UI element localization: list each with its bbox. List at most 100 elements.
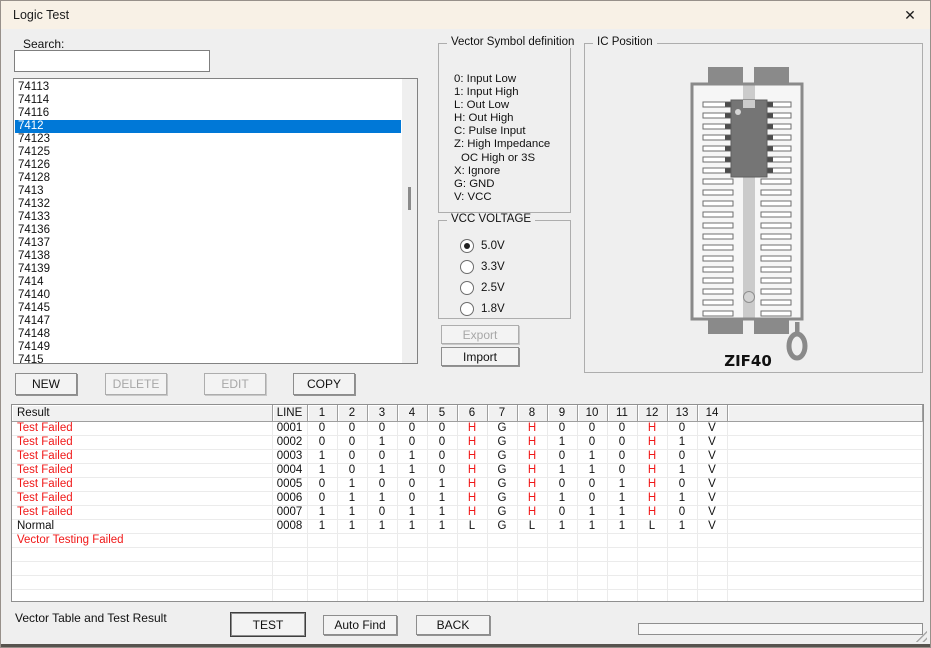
list-item[interactable]: 7413 xyxy=(15,185,401,198)
table-row[interactable]: Test Failed000711011HGH011H0V xyxy=(12,506,923,520)
list-item[interactable]: 74125 xyxy=(15,146,401,159)
list-item[interactable]: 74133 xyxy=(15,211,401,224)
table-cell xyxy=(517,562,547,576)
table-cell: L xyxy=(457,520,487,534)
table-cell xyxy=(397,548,427,562)
radio-option-2.5V[interactable]: 2.5V xyxy=(460,277,505,298)
col-6[interactable]: 6 xyxy=(457,405,487,422)
list-item[interactable]: 74145 xyxy=(15,302,401,315)
col-2[interactable]: 2 xyxy=(337,405,367,422)
col-3[interactable]: 3 xyxy=(367,405,397,422)
list-item[interactable]: 74140 xyxy=(15,289,401,302)
table-cell: V xyxy=(697,422,727,436)
table-cell: V xyxy=(697,492,727,506)
col-line[interactable]: LINE xyxy=(272,405,307,422)
list-item[interactable]: 74148 xyxy=(15,328,401,341)
vector-symbol-line: X: Ignore xyxy=(454,165,550,178)
col-5[interactable]: 5 xyxy=(427,405,457,422)
table-row[interactable]: Vector Testing Failed xyxy=(12,534,923,548)
table-cell: 1 xyxy=(337,478,367,492)
col-10[interactable]: 10 xyxy=(577,405,607,422)
table-cell: 1 xyxy=(607,506,637,520)
table-cell: 1 xyxy=(577,464,607,478)
table-cell xyxy=(547,590,577,603)
table-cell: Test Failed xyxy=(12,492,272,506)
list-item[interactable]: 7412 xyxy=(15,120,401,133)
back-button[interactable]: BACK xyxy=(416,615,490,635)
col-9[interactable]: 9 xyxy=(547,405,577,422)
list-item[interactable]: 74147 xyxy=(15,315,401,328)
table-cell xyxy=(12,576,272,590)
table-row[interactable]: Test Failed000100000HGH000H0V xyxy=(12,422,923,436)
titlebar[interactable]: Logic Test ✕ xyxy=(1,1,930,29)
table-cell: G xyxy=(487,450,517,464)
vector-symbol-line: G: GND xyxy=(454,178,550,191)
table-cell xyxy=(307,590,337,603)
col-1[interactable]: 1 xyxy=(307,405,337,422)
radio-option-5.0V[interactable]: 5.0V xyxy=(460,235,505,256)
copy-button[interactable]: COPY xyxy=(293,373,355,395)
col-7[interactable]: 7 xyxy=(487,405,517,422)
table-cell xyxy=(667,576,697,590)
table-row[interactable]: Test Failed000310010HGH010H0V xyxy=(12,450,923,464)
col-13[interactable]: 13 xyxy=(667,405,697,422)
list-item[interactable]: 74136 xyxy=(15,224,401,237)
listbox-scrollbar[interactable] xyxy=(402,79,417,363)
col-4[interactable]: 4 xyxy=(397,405,427,422)
radio-option-1.8V[interactable]: 1.8V xyxy=(460,298,505,319)
new-button[interactable]: NEW xyxy=(15,373,77,395)
table-cell xyxy=(727,478,923,492)
close-icon[interactable]: ✕ xyxy=(899,5,921,25)
table-cell xyxy=(367,548,397,562)
import-button[interactable]: Import xyxy=(441,347,519,366)
list-item[interactable]: 74149 xyxy=(15,341,401,354)
table-row[interactable]: Test Failed000501001HGH001H0V xyxy=(12,478,923,492)
col-12[interactable]: 12 xyxy=(637,405,667,422)
table-cell xyxy=(487,562,517,576)
table-row[interactable]: Normal000811111LGL111L1V xyxy=(12,520,923,534)
list-item[interactable]: 74113 xyxy=(15,81,401,94)
col-14[interactable]: 14 xyxy=(697,405,727,422)
ic-listbox[interactable]: 7411374114741167412741237412574126741287… xyxy=(13,78,418,364)
vector-symbol-group: Vector Symbol definition 0: Input Low1: … xyxy=(438,43,571,213)
table-row[interactable]: Test Failed000601101HGH101H1V xyxy=(12,492,923,506)
delete-button: DELETE xyxy=(105,373,167,395)
table-cell xyxy=(272,534,307,548)
col-8[interactable]: 8 xyxy=(517,405,547,422)
table-cell: V xyxy=(697,464,727,478)
table-cell: G xyxy=(487,422,517,436)
list-item[interactable]: 74137 xyxy=(15,237,401,250)
table-cell: 1 xyxy=(427,478,457,492)
table-cell: 0 xyxy=(367,506,397,520)
radio-label: 5.0V xyxy=(481,240,505,252)
col-result[interactable]: Result xyxy=(12,405,272,422)
list-item[interactable]: 74126 xyxy=(15,159,401,172)
col-spacer[interactable] xyxy=(727,405,923,422)
list-item[interactable]: 74138 xyxy=(15,250,401,263)
table-header-row[interactable]: ResultLINE1234567891011121314 xyxy=(12,405,923,422)
list-item[interactable]: 74128 xyxy=(15,172,401,185)
list-item[interactable]: 74114 xyxy=(15,94,401,107)
table-cell: V xyxy=(697,506,727,520)
table-row[interactable]: Test Failed000200100HGH100H1V xyxy=(12,436,923,450)
list-item[interactable]: 74132 xyxy=(15,198,401,211)
auto-find-button[interactable]: Auto Find xyxy=(323,615,397,635)
table-cell: Vector Testing Failed xyxy=(12,534,272,548)
scrollbar-thumb[interactable] xyxy=(408,187,411,210)
table-cell: G xyxy=(487,520,517,534)
result-table[interactable]: ResultLINE1234567891011121314 Test Faile… xyxy=(11,404,924,602)
col-11[interactable]: 11 xyxy=(607,405,637,422)
table-cell xyxy=(607,576,637,590)
list-item[interactable]: 7414 xyxy=(15,276,401,289)
search-input[interactable] xyxy=(14,50,210,72)
table-cell: 1 xyxy=(607,478,637,492)
list-item[interactable]: 7415 xyxy=(15,354,401,363)
table-row[interactable]: Test Failed000410110HGH110H1V xyxy=(12,464,923,478)
list-item[interactable]: 74139 xyxy=(15,263,401,276)
radio-option-3.3V[interactable]: 3.3V xyxy=(460,256,505,277)
test-button[interactable]: TEST xyxy=(231,613,305,636)
table-cell xyxy=(637,590,667,603)
table-cell: H xyxy=(637,422,667,436)
list-item[interactable]: 74116 xyxy=(15,107,401,120)
list-item[interactable]: 74123 xyxy=(15,133,401,146)
